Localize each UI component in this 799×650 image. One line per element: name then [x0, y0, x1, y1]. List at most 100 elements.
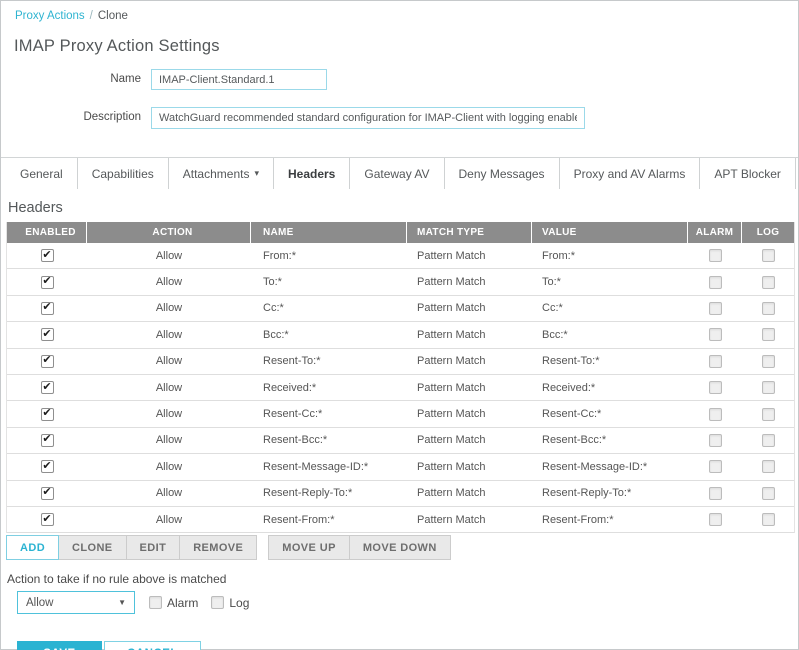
name-cell: Resent-Cc:* — [251, 401, 407, 426]
rule-toolbar: ADD CLONE EDIT REMOVE MOVE UP MOVE DOWN — [6, 535, 798, 560]
enabled-checkbox[interactable] — [41, 381, 54, 394]
alarm-checkbox[interactable] — [709, 460, 722, 473]
default-action-row: Allow ▼ Alarm Log — [17, 591, 798, 614]
default-action-select[interactable]: Allow ▼ — [17, 591, 135, 614]
enabled-checkbox[interactable] — [41, 434, 54, 447]
tab-headers[interactable]: Headers — [274, 158, 350, 189]
enabled-checkbox[interactable] — [41, 355, 54, 368]
save-button[interactable]: SAVE — [17, 641, 102, 650]
tab-gateway-av[interactable]: Gateway AV — [350, 158, 444, 189]
tab-capabilities[interactable]: Capabilities — [78, 158, 169, 189]
enabled-checkbox[interactable] — [41, 513, 54, 526]
table-row: AllowResent-From:*Pattern MatchResent-Fr… — [7, 507, 794, 533]
table-row: AllowBcc:*Pattern MatchBcc:* — [7, 322, 794, 348]
default-log-checkbox[interactable] — [211, 596, 224, 609]
name-cell: Resent-Bcc:* — [251, 428, 407, 453]
alarm-cell — [688, 322, 742, 347]
value-cell: Resent-Bcc:* — [532, 428, 688, 453]
value-cell: Bcc:* — [532, 322, 688, 347]
edit-button[interactable]: EDIT — [126, 535, 181, 560]
default-alarm-label: Alarm — [167, 596, 198, 610]
move-up-button[interactable]: MOVE UP — [268, 535, 350, 560]
log-checkbox[interactable] — [762, 302, 775, 315]
log-checkbox[interactable] — [762, 276, 775, 289]
alarm-checkbox[interactable] — [709, 355, 722, 368]
value-cell: Resent-Message-ID:* — [532, 454, 688, 479]
alarm-checkbox[interactable] — [709, 328, 722, 341]
tab-proxy-and-av-alarms[interactable]: Proxy and AV Alarms — [560, 158, 701, 189]
log-checkbox[interactable] — [762, 460, 775, 473]
tab-label: Capabilities — [92, 167, 154, 181]
name-cell: From:* — [251, 243, 407, 268]
breadcrumb-link-proxy-actions[interactable]: Proxy Actions — [15, 10, 85, 22]
column-header-match-type: MATCH TYPE — [407, 222, 532, 243]
tab-deny-messages[interactable]: Deny Messages — [445, 158, 560, 189]
enabled-checkbox[interactable] — [41, 487, 54, 500]
table-row: AllowTo:*Pattern MatchTo:* — [7, 269, 794, 295]
add-button[interactable]: ADD — [6, 535, 59, 560]
log-cell — [742, 428, 794, 453]
alarm-checkbox[interactable] — [709, 408, 722, 421]
enabled-checkbox[interactable] — [41, 460, 54, 473]
log-checkbox[interactable] — [762, 487, 775, 500]
enabled-checkbox[interactable] — [41, 302, 54, 315]
log-cell — [742, 296, 794, 321]
enabled-checkbox[interactable] — [41, 328, 54, 341]
enabled-checkbox[interactable] — [41, 249, 54, 262]
log-cell — [742, 454, 794, 479]
table-row: AllowResent-Message-ID:*Pattern MatchRes… — [7, 454, 794, 480]
description-label: Description — [1, 107, 141, 123]
section-heading: Headers — [8, 200, 798, 216]
log-checkbox[interactable] — [762, 408, 775, 421]
alarm-checkbox[interactable] — [709, 381, 722, 394]
match-type-cell: Pattern Match — [407, 401, 532, 426]
default-action-selected-value: Allow — [26, 597, 53, 609]
log-checkbox[interactable] — [762, 249, 775, 262]
enabled-cell — [7, 322, 87, 347]
action-cell: Allow — [87, 428, 251, 453]
table-row: AllowResent-Cc:*Pattern MatchResent-Cc:* — [7, 401, 794, 427]
column-header-value: VALUE — [532, 222, 688, 243]
action-cell: Allow — [87, 322, 251, 347]
tab-general[interactable]: General — [6, 158, 78, 189]
tab-apt-blocker[interactable]: APT Blocker — [700, 158, 795, 189]
alarm-checkbox[interactable] — [709, 302, 722, 315]
enabled-cell — [7, 349, 87, 374]
value-cell: Resent-To:* — [532, 349, 688, 374]
enabled-cell — [7, 243, 87, 268]
alarm-checkbox[interactable] — [709, 513, 722, 526]
tab-label: Headers — [288, 167, 335, 181]
log-checkbox[interactable] — [762, 328, 775, 341]
value-cell: Cc:* — [532, 296, 688, 321]
enabled-checkbox[interactable] — [41, 276, 54, 289]
column-header-action: ACTION — [87, 222, 251, 243]
remove-button[interactable]: REMOVE — [179, 535, 257, 560]
log-cell — [742, 322, 794, 347]
name-field[interactable] — [151, 69, 327, 90]
action-cell: Allow — [87, 375, 251, 400]
alarm-checkbox[interactable] — [709, 434, 722, 447]
enabled-cell — [7, 454, 87, 479]
tab-attachments[interactable]: Attachments▾ — [169, 158, 274, 189]
move-down-button[interactable]: MOVE DOWN — [349, 535, 451, 560]
match-type-cell: Pattern Match — [407, 243, 532, 268]
log-checkbox[interactable] — [762, 381, 775, 394]
alarm-checkbox[interactable] — [709, 487, 722, 500]
name-label: Name — [1, 69, 141, 85]
name-cell: To:* — [251, 269, 407, 294]
clone-button[interactable]: CLONE — [58, 535, 127, 560]
select-caret-icon: ▼ — [118, 598, 126, 607]
default-alarm-checkbox[interactable] — [149, 596, 162, 609]
page-title: IMAP Proxy Action Settings — [14, 37, 798, 56]
log-checkbox[interactable] — [762, 513, 775, 526]
enabled-checkbox[interactable] — [41, 408, 54, 421]
description-field[interactable] — [151, 107, 585, 129]
log-checkbox[interactable] — [762, 355, 775, 368]
cancel-button[interactable]: CANCEL — [104, 641, 201, 650]
imap-proxy-action-settings-page: Proxy Actions/Clone IMAP Proxy Action Se… — [0, 0, 799, 650]
name-cell: Resent-Reply-To:* — [251, 481, 407, 506]
match-type-cell: Pattern Match — [407, 481, 532, 506]
log-checkbox[interactable] — [762, 434, 775, 447]
alarm-checkbox[interactable] — [709, 276, 722, 289]
alarm-checkbox[interactable] — [709, 249, 722, 262]
